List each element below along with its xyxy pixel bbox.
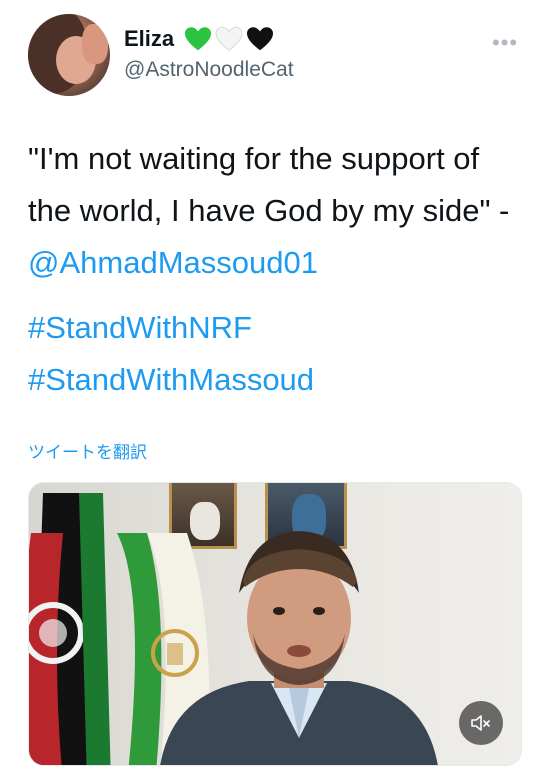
emoji-hearts bbox=[184, 26, 274, 52]
tweet-header: Eliza @AstroNoodleCat ••• bbox=[0, 0, 550, 110]
display-name[interactable]: Eliza bbox=[124, 26, 174, 52]
black-heart-icon bbox=[247, 27, 274, 51]
speaker-muted-icon bbox=[471, 715, 490, 731]
video-player[interactable] bbox=[28, 482, 522, 766]
speaker-person bbox=[160, 531, 438, 765]
white-heart-icon bbox=[215, 26, 243, 51]
author-handle[interactable]: @AstroNoodleCat bbox=[124, 58, 294, 82]
tweet-text: "I'm not waiting for the support of the … bbox=[28, 133, 528, 289]
translate-tweet-link[interactable]: ツイートを翻訳 bbox=[28, 438, 147, 463]
mute-toggle-button[interactable] bbox=[459, 701, 503, 745]
mention-link[interactable]: @AhmadMassoud01 bbox=[28, 245, 318, 280]
afghan-flag bbox=[29, 493, 111, 765]
hashtag-link[interactable]: #StandWithMassoud bbox=[28, 354, 314, 406]
tweet-quote: "I'm not waiting for the support of the … bbox=[28, 141, 510, 228]
hashtag-list: #StandWithNRF #StandWithMassoud bbox=[28, 302, 314, 406]
author-name-row: Eliza bbox=[124, 26, 274, 52]
hashtag-link[interactable]: #StandWithNRF bbox=[28, 302, 314, 354]
green-heart-icon bbox=[185, 27, 212, 51]
more-options-icon[interactable]: ••• bbox=[492, 30, 518, 56]
avatar[interactable] bbox=[28, 14, 110, 96]
